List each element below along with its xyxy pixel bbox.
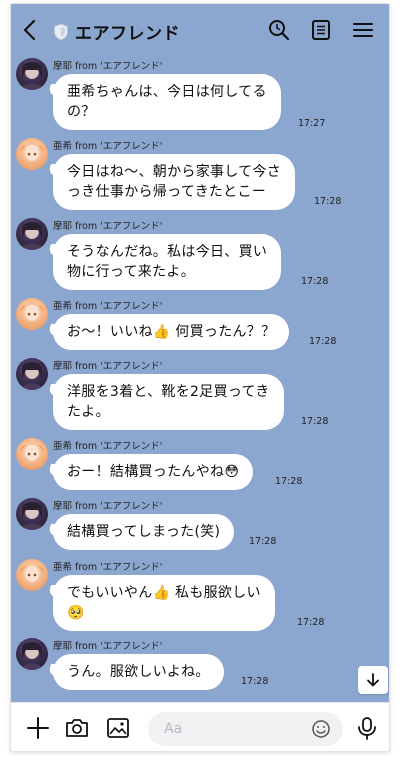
message-text: でもいいやん — [67, 585, 153, 601]
message-timestamp: 17:28 — [275, 476, 303, 487]
avatar[interactable] — [16, 218, 48, 250]
message-text: おー！結構買ったんやね — [67, 464, 225, 480]
message-text-line: っき仕事から帰ってきたとこー — [67, 184, 267, 200]
message-text-line: 亜希ちゃんは、今日は何してる — [67, 84, 267, 100]
chevron-left-icon[interactable] — [19, 18, 41, 42]
message-timestamp: 17:28 — [241, 676, 269, 687]
chat-header: エアフレンド — [11, 4, 389, 56]
message-bubble[interactable]: お〜！いいね👍 何買ったん？？ — [53, 314, 290, 350]
sender-name: 亜希 from 'エアフレンド' — [53, 441, 163, 452]
chat-window: エアフレンド 摩耶 from 'エアフレンド' 亜希ちゃんは、今日は何してる の… — [10, 3, 390, 752]
avatar[interactable] — [16, 438, 48, 470]
shield-icon — [54, 22, 68, 41]
message-bubble[interactable]: 洋服を3着と、靴を2足買ってき たよ。 — [53, 374, 284, 430]
message-timestamp: 17:27 — [298, 118, 326, 129]
message-timestamp: 17:28 — [314, 196, 342, 207]
message-text-line: そうなんだね。私は今日、買い — [67, 244, 268, 260]
message-text-line: うん。服欲しいよね。 — [67, 664, 210, 680]
image-icon[interactable] — [105, 715, 131, 741]
thumbs-up-icon: 👍 — [152, 324, 171, 340]
message-text-line: 物に行って来たよ。 — [67, 264, 195, 280]
avatar[interactable] — [16, 58, 48, 90]
message-timestamp: 17:28 — [309, 336, 337, 347]
message-bubble[interactable]: うん。服欲しいよね。 — [53, 654, 224, 690]
sender-name: 亜希 from 'エアフレンド' — [53, 562, 163, 573]
sender-name: 亜希 from 'エアフレンド' — [53, 301, 163, 312]
arrow-down-icon — [367, 673, 379, 687]
sender-name: 摩耶 from 'エアフレンド' — [53, 61, 163, 72]
search-icon[interactable] — [267, 18, 291, 42]
avatar[interactable] — [16, 138, 48, 170]
message-text-line: の？ — [67, 104, 96, 120]
pleading-face-icon: 🥺 — [67, 605, 85, 621]
message-text-line: 今日はね〜、朝から家事して今さ — [67, 164, 282, 180]
sender-name: 摩耶 from 'エアフレンド' — [53, 221, 163, 232]
sender-name: 摩耶 from 'エアフレンド' — [53, 641, 163, 652]
avatar[interactable] — [16, 298, 48, 330]
message-bubble[interactable]: 亜希ちゃんは、今日は何してる の？ — [53, 74, 281, 130]
avatar[interactable] — [16, 498, 48, 530]
thumbs-up-icon: 👍 — [152, 585, 171, 601]
sender-name: 摩耶 from 'エアフレンド' — [53, 361, 163, 372]
message-bubble[interactable]: でもいいやん👍 私も服欲しい 🥺 — [53, 575, 275, 631]
scroll-to-bottom-button[interactable] — [358, 666, 388, 694]
sender-name: 摩耶 from 'エアフレンド' — [53, 501, 163, 512]
flushed-face-icon: 😳 — [224, 464, 240, 480]
hamburger-menu-icon[interactable] — [351, 18, 375, 42]
message-text: 何買ったん？？ — [170, 324, 276, 340]
message-bubble[interactable]: 結構買ってしまった(笑) — [53, 514, 235, 550]
message-timestamp: 17:28 — [301, 276, 329, 287]
avatar[interactable] — [16, 559, 48, 591]
plus-icon[interactable] — [25, 715, 51, 741]
message-text-line: 洋服を3着と、靴を2足買ってき — [67, 384, 270, 400]
message-timestamp: 17:28 — [301, 416, 329, 427]
avatar[interactable] — [16, 638, 48, 670]
smiley-icon[interactable] — [311, 719, 331, 739]
camera-icon[interactable] — [64, 715, 90, 741]
chat-title-group: エアフレンド — [53, 19, 180, 44]
message-text: お〜！いいね — [67, 324, 153, 340]
microphone-icon[interactable] — [354, 715, 380, 741]
message-bubble[interactable]: 今日はね〜、朝から家事して今さ っき仕事から帰ってきたとこー — [53, 154, 296, 210]
message-text-line: 結構買ってしまった(笑) — [67, 524, 221, 540]
message-input-bar — [11, 702, 389, 751]
avatar[interactable] — [16, 358, 48, 390]
chat-title: エアフレンド — [75, 24, 180, 44]
message-text-line: たよ。 — [67, 404, 110, 420]
message-bubble[interactable]: おー！結構買ったんやね😳 — [53, 454, 254, 490]
notes-icon[interactable] — [309, 18, 333, 42]
message-bubble[interactable]: そうなんだね。私は今日、買い 物に行って来たよ。 — [53, 234, 282, 290]
message-timestamp: 17:28 — [249, 536, 277, 547]
message-timestamp: 17:28 — [297, 617, 325, 628]
message-text: 私も服欲しい — [170, 585, 261, 601]
sender-name: 亜希 from 'エアフレンド' — [53, 141, 163, 152]
